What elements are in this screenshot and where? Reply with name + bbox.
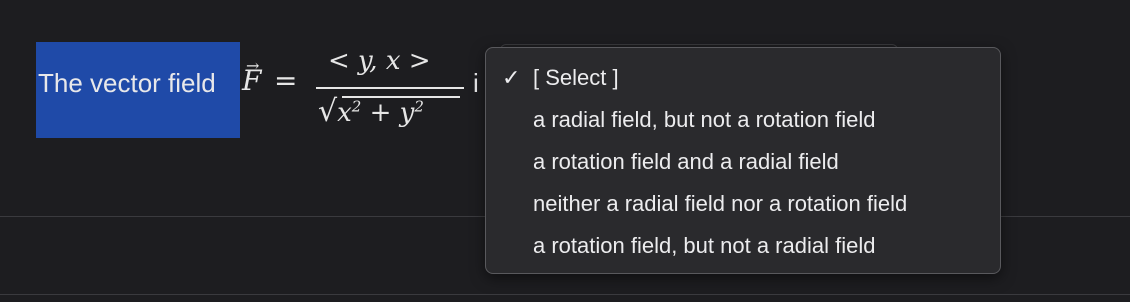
denominator-x: x: [337, 98, 352, 128]
denominator-plus: +: [361, 98, 400, 128]
dropdown-option-neither[interactable]: neither a radial field nor a rotation fi…: [486, 183, 1000, 225]
denominator-y-exponent: 2: [414, 97, 424, 116]
question-trailing-text: i: [473, 68, 479, 98]
dropdown-option-rotation-not-radial[interactable]: a rotation field, but not a radial field: [486, 225, 1000, 267]
option-label: a radial field, but not a rotation field: [533, 107, 876, 132]
option-label: neither a radial field nor a rotation fi…: [533, 191, 908, 216]
answer-dropdown-menu: ✓ [ Select ] a radial field, but not a r…: [485, 47, 1001, 274]
fraction-denominator: √x2 + y2: [318, 94, 460, 129]
option-label: [ Select ]: [533, 65, 619, 90]
page: The vector field → F = < y, x > √x2 + y2…: [0, 0, 1130, 302]
denominator-x-exponent: 2: [351, 97, 362, 116]
equals-sign: =: [274, 64, 298, 97]
vector-arrow: →: [246, 56, 260, 75]
fraction-bar: [316, 87, 464, 89]
vector-field-symbol: → F: [242, 56, 261, 97]
fraction-numerator: < y, x >: [328, 46, 431, 76]
dropdown-option-rotation-and-radial[interactable]: a rotation field and a radial field: [486, 141, 1000, 183]
radical-overline: [342, 96, 460, 98]
question-prefix: The vector field: [38, 68, 216, 98]
dropdown-option-radial-not-rotation[interactable]: a radial field, but not a rotation field: [486, 99, 1000, 141]
option-label: a rotation field, but not a radial field: [533, 233, 876, 258]
bottom-divider: [0, 294, 1130, 295]
denominator-y: y: [399, 98, 415, 128]
checkmark-icon: ✓: [502, 65, 521, 90]
dropdown-option-select[interactable]: ✓ [ Select ]: [486, 57, 1000, 99]
radical-sign: √: [318, 94, 338, 129]
option-label: a rotation field and a radial field: [533, 149, 839, 174]
